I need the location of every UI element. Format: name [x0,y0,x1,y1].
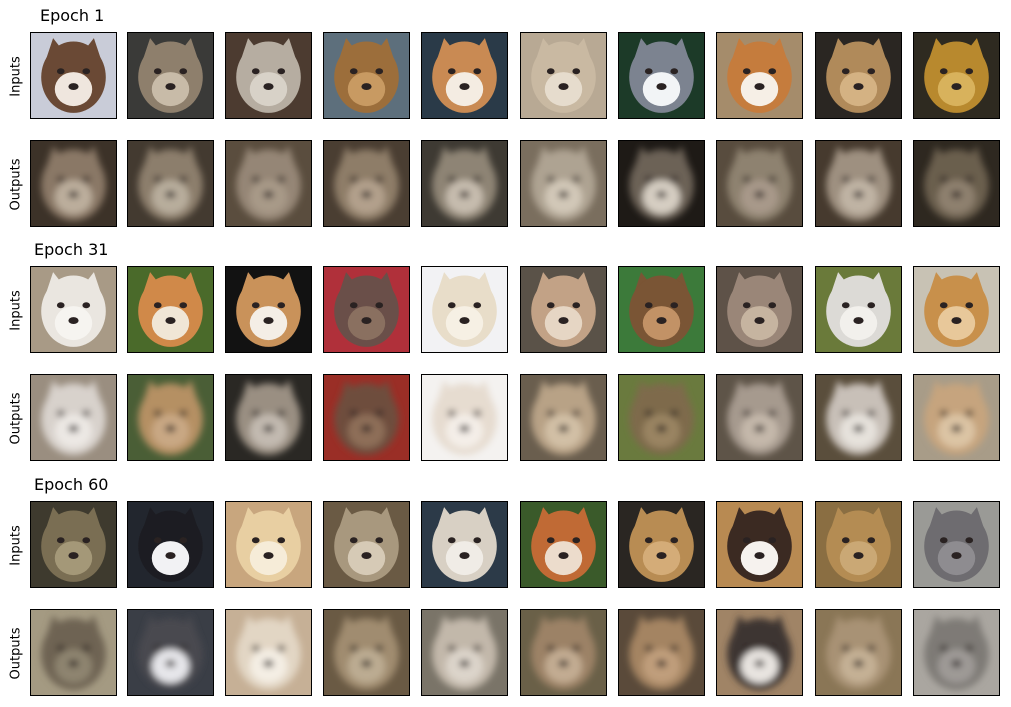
input-image [127,32,214,119]
output-image [225,140,312,227]
input-image [618,266,705,353]
output-image [716,140,803,227]
output-image [127,609,214,696]
input-image [323,32,410,119]
input-image [520,266,607,353]
row-label-text: Inputs [8,524,24,566]
output-image [323,140,410,227]
input-image [716,266,803,353]
output-image [618,140,705,227]
output-image [127,140,214,227]
output-image [127,374,214,461]
epoch-title: Epoch 1 [40,6,105,25]
input-image [815,501,902,588]
input-image [323,266,410,353]
output-image [323,374,410,461]
input-image [618,32,705,119]
output-image [815,140,902,227]
row-label-text: Outputs [8,158,24,210]
output-image [913,140,1000,227]
input-image [421,266,508,353]
input-image [913,501,1000,588]
inputs-row-label: Inputs [6,32,26,120]
input-image [716,501,803,588]
input-image [225,32,312,119]
input-image [127,266,214,353]
output-image [716,609,803,696]
input-image [520,501,607,588]
inputs-row-label: Inputs [6,266,26,354]
output-image [520,609,607,696]
input-image [716,32,803,119]
input-image [323,501,410,588]
input-image [520,32,607,119]
output-image [323,609,410,696]
input-image [421,32,508,119]
row-label-text: Outputs [8,392,24,444]
input-image [618,501,705,588]
input-image [30,32,117,119]
input-image [225,501,312,588]
output-image [716,374,803,461]
output-image [815,374,902,461]
output-image [30,609,117,696]
input-image [815,32,902,119]
input-image [421,501,508,588]
output-image [520,140,607,227]
outputs-row-label: Outputs [6,140,26,228]
epoch-title: Epoch 60 [34,475,109,494]
input-image [913,32,1000,119]
output-image [421,140,508,227]
output-image [913,374,1000,461]
output-image [225,374,312,461]
output-image [30,374,117,461]
inputs-row-label: Inputs [6,501,26,589]
output-image [30,140,117,227]
input-image [127,501,214,588]
output-image [421,374,508,461]
output-image [913,609,1000,696]
row-label-text: Outputs [8,627,24,679]
outputs-row-label: Outputs [6,609,26,697]
row-label-text: Inputs [8,289,24,331]
output-image [225,609,312,696]
output-image [815,609,902,696]
output-image [421,609,508,696]
input-image [225,266,312,353]
output-image [618,609,705,696]
epoch-title: Epoch 31 [34,240,109,259]
input-image [815,266,902,353]
output-image [520,374,607,461]
input-image [913,266,1000,353]
outputs-row-label: Outputs [6,374,26,462]
input-image [30,266,117,353]
input-image [30,501,117,588]
row-label-text: Inputs [8,55,24,97]
output-image [618,374,705,461]
